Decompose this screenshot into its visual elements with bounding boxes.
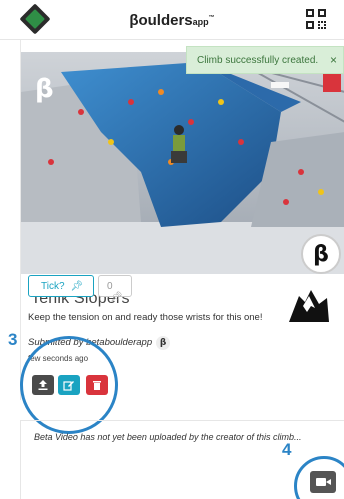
qr-code-icon[interactable] xyxy=(306,9,328,31)
brand-title: βouldersapp™ xyxy=(129,12,215,29)
setter-avatar[interactable] xyxy=(285,286,331,326)
toast-message: Climb successfully created. xyxy=(197,55,319,66)
success-toast: Climb successfully created. × xyxy=(186,46,344,74)
tick-count-button[interactable]: 0 📌︎ xyxy=(98,275,132,303)
pin-icon: 📌︎ xyxy=(70,281,84,292)
climb-photo: β β xyxy=(21,52,344,274)
beta-mini-icon: β xyxy=(156,336,171,350)
annotation-number-4: 4 xyxy=(282,440,292,459)
beta-logo-overlay: β xyxy=(35,74,54,104)
tick-button[interactable]: Tick? 📌︎ xyxy=(28,275,94,297)
close-icon[interactable]: × xyxy=(330,53,337,67)
beta-video-message: Beta Video has not yet been uploaded by … xyxy=(34,432,302,442)
app-header: βouldersapp™ xyxy=(0,0,344,40)
pin-icon: 📌︎ xyxy=(110,292,123,303)
annotation-number-3: 3 xyxy=(8,330,18,349)
beta-circle-icon[interactable]: β xyxy=(301,234,341,274)
climbing-wall-illustration xyxy=(21,52,344,274)
climb-description: Keep the tension on and ready those wris… xyxy=(28,312,263,323)
